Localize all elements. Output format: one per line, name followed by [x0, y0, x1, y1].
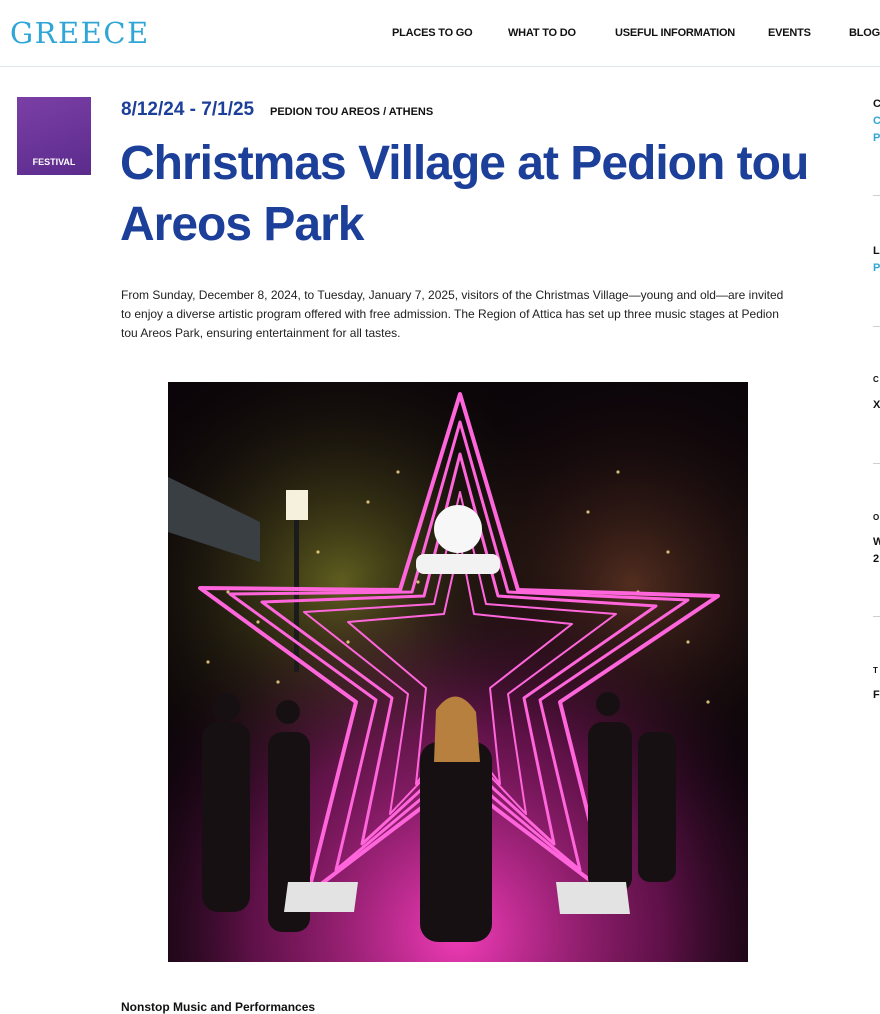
sidebar-divider: [873, 195, 880, 196]
sidebar-char[interactable]: P: [873, 132, 880, 144]
category-label: FESTIVAL: [32, 157, 76, 167]
event-intro: From Sunday, December 8, 2024, to Tuesda…: [121, 288, 784, 340]
sidebar-char[interactable]: P: [873, 262, 880, 274]
sidebar-char: L: [873, 245, 880, 257]
sidebar-char: F: [873, 689, 880, 701]
nav-places-to-go[interactable]: PLACES TO GO: [392, 27, 473, 39]
nav-useful-information[interactable]: USEFUL INFORMATION: [615, 27, 735, 39]
sidebar-char: O: [873, 513, 880, 522]
sidebar-char: C: [873, 375, 879, 384]
page-title: Christmas Village at Pedion tou Areos Pa…: [120, 137, 809, 251]
sidebar-divider: [873, 463, 880, 464]
sidebar-char: 2: [873, 553, 880, 565]
sidebar-divider: [873, 616, 880, 617]
nav-blog[interactable]: BLOG: [849, 27, 880, 39]
event-photo: [168, 382, 748, 962]
site-logo[interactable]: GREECE: [10, 16, 150, 50]
section-subheading: Nonstop Music and Performances: [121, 1000, 316, 1014]
nav-events[interactable]: EVENTS: [768, 27, 811, 39]
sidebar-divider: [873, 326, 880, 327]
sidebar-char: W: [873, 536, 880, 548]
sidebar-char[interactable]: C: [873, 115, 880, 127]
site-header: GREECE PLACES TO GO WHAT TO DO USEFUL IN…: [0, 0, 880, 67]
nav-what-to-do[interactable]: WHAT TO DO: [508, 27, 576, 39]
event-date: 8/12/24 - 7/1/25: [121, 99, 255, 120]
sidebar-char: X: [873, 399, 880, 411]
category-badge: FESTIVAL: [17, 97, 91, 175]
neon-star-illustration: [168, 382, 748, 962]
sidebar-char: T: [873, 666, 878, 675]
event-location: PEDION TOU AREOS / ATHENS: [270, 106, 434, 118]
sidebar-char: C: [873, 98, 880, 110]
sidebar: C C P L P C X O W 2 T F: [870, 70, 880, 970]
